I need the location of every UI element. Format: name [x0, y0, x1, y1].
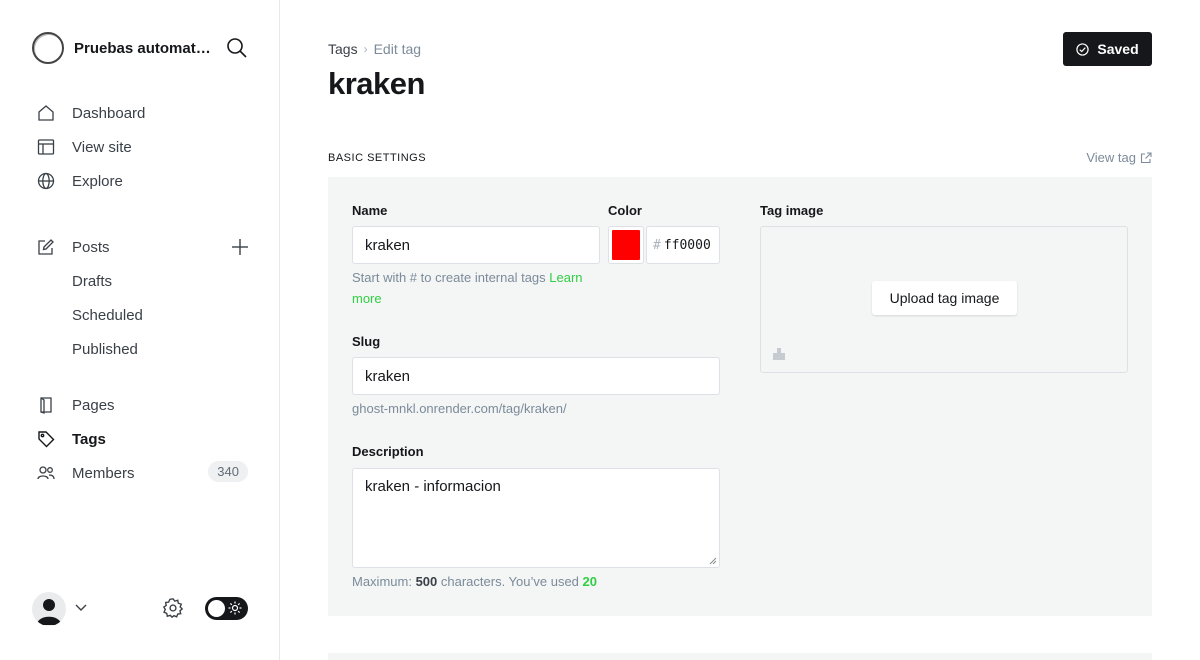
image-placeholder-icon — [773, 348, 785, 360]
site-brand[interactable]: Pruebas automatizadas — [32, 32, 214, 64]
new-post-plus-icon[interactable] — [230, 237, 250, 257]
search-icon[interactable] — [226, 37, 248, 59]
nav-label: Members — [72, 464, 135, 482]
layout-icon — [36, 137, 56, 157]
view-tag-label: View tag — [1086, 150, 1136, 165]
upload-tag-image-button[interactable]: Upload tag image — [872, 281, 1017, 315]
desc-help-prefix: Maximum: — [352, 574, 416, 589]
nav-dashboard[interactable]: Dashboard — [36, 96, 256, 130]
hash-prefix: # — [653, 237, 661, 253]
members-count-badge: 340 — [208, 461, 248, 482]
check-circle-icon — [1076, 42, 1090, 56]
slug-label: Slug — [352, 334, 381, 349]
breadcrumb-current: Edit tag — [373, 41, 422, 57]
color-hex-input[interactable]: # ff0000 — [646, 226, 720, 264]
site-title: Pruebas automatizadas — [74, 39, 214, 57]
edit-icon — [36, 237, 56, 257]
slug-url: ghost-mnkl.onrender.com/tag/kraken/ — [352, 401, 567, 416]
nav-scheduled[interactable]: Scheduled — [36, 298, 256, 332]
tag-image-label: Tag image — [760, 203, 824, 218]
tag-image-dropzone[interactable]: Upload tag image — [760, 226, 1128, 373]
sun-icon — [228, 601, 242, 615]
home-icon — [36, 103, 56, 123]
description-label: Description — [352, 444, 424, 459]
theme-toggle[interactable] — [205, 597, 248, 620]
main-content: Tags › Edit tag kraken Saved BASIC SETTI… — [328, 0, 1152, 660]
description-value: kraken - informacion — [365, 478, 501, 495]
nav-label: Published — [72, 340, 138, 358]
nav-label: Explore — [72, 172, 123, 190]
slug-input[interactable]: kraken — [352, 357, 720, 395]
desc-used-count: 20 — [582, 574, 597, 589]
description-textarea[interactable]: kraken - informacion — [352, 468, 720, 568]
nav-explore[interactable]: Explore — [36, 164, 256, 198]
desc-help-mid: characters. You’ve used — [437, 574, 583, 589]
user-avatar[interactable] — [32, 592, 66, 626]
color-swatch[interactable] — [608, 226, 644, 264]
nav-published[interactable]: Published — [36, 332, 256, 366]
section-title: BASIC SETTINGS — [328, 152, 427, 164]
sidebar-footer — [32, 590, 248, 626]
sidebar: Pruebas automatizadas Dashboard View sit… — [0, 0, 280, 660]
basic-settings-panel: Name kraken Start with # to create inter… — [328, 177, 1152, 616]
toggle-knob — [208, 600, 225, 617]
desc-max: 500 — [415, 574, 438, 589]
posts-nav: Posts Drafts Scheduled Published — [36, 230, 256, 366]
nav-pages[interactable]: Pages — [36, 388, 256, 422]
nav-tags[interactable]: Tags — [36, 422, 256, 456]
color-label: Color — [608, 203, 642, 218]
nav-label: Pages — [72, 396, 115, 414]
next-section-panel — [328, 653, 1152, 660]
save-button-label: Saved — [1097, 41, 1139, 57]
page-title: kraken — [328, 66, 425, 101]
nav-label: Scheduled — [72, 306, 143, 324]
external-link-icon — [1140, 151, 1152, 163]
nav-label: Tags — [72, 430, 106, 448]
color-swatch-fill — [612, 230, 640, 260]
members-icon — [36, 463, 56, 483]
site-logo — [32, 32, 64, 64]
name-help-text: Start with # to create internal tags Lea… — [352, 267, 608, 309]
globe-icon — [36, 171, 56, 191]
nav-view-site[interactable]: View site — [36, 130, 256, 164]
resize-handle-icon[interactable] — [709, 557, 717, 565]
chevron-right-icon: › — [363, 42, 368, 56]
main-nav: Dashboard View site Explore — [36, 96, 256, 198]
gear-icon[interactable] — [162, 597, 184, 619]
view-tag-link[interactable]: View tag — [1086, 150, 1152, 165]
save-button[interactable]: Saved — [1063, 32, 1152, 66]
nav-members[interactable]: Members 340 — [36, 456, 256, 490]
nav-label: Drafts — [72, 272, 113, 290]
secondary-nav: Pages Tags Members 340 — [36, 388, 256, 490]
nav-posts[interactable]: Posts — [36, 230, 256, 264]
breadcrumb: Tags › Edit tag — [328, 41, 421, 57]
nav-drafts[interactable]: Drafts — [36, 264, 256, 298]
name-input[interactable]: kraken — [352, 226, 600, 264]
nav-label: Posts — [72, 238, 110, 256]
description-help: Maximum: 500 characters. You’ve used 20 — [352, 571, 597, 592]
page-icon — [36, 395, 56, 415]
tag-icon — [36, 429, 56, 449]
nav-label: View site — [72, 138, 132, 156]
breadcrumb-tags-link[interactable]: Tags — [328, 41, 358, 57]
name-help: Start with # to create internal tags — [352, 270, 550, 285]
nav-label: Dashboard — [72, 104, 146, 122]
chevron-down-icon[interactable] — [74, 600, 88, 614]
color-hex-value: ff0000 — [663, 237, 711, 253]
name-label: Name — [352, 203, 388, 218]
